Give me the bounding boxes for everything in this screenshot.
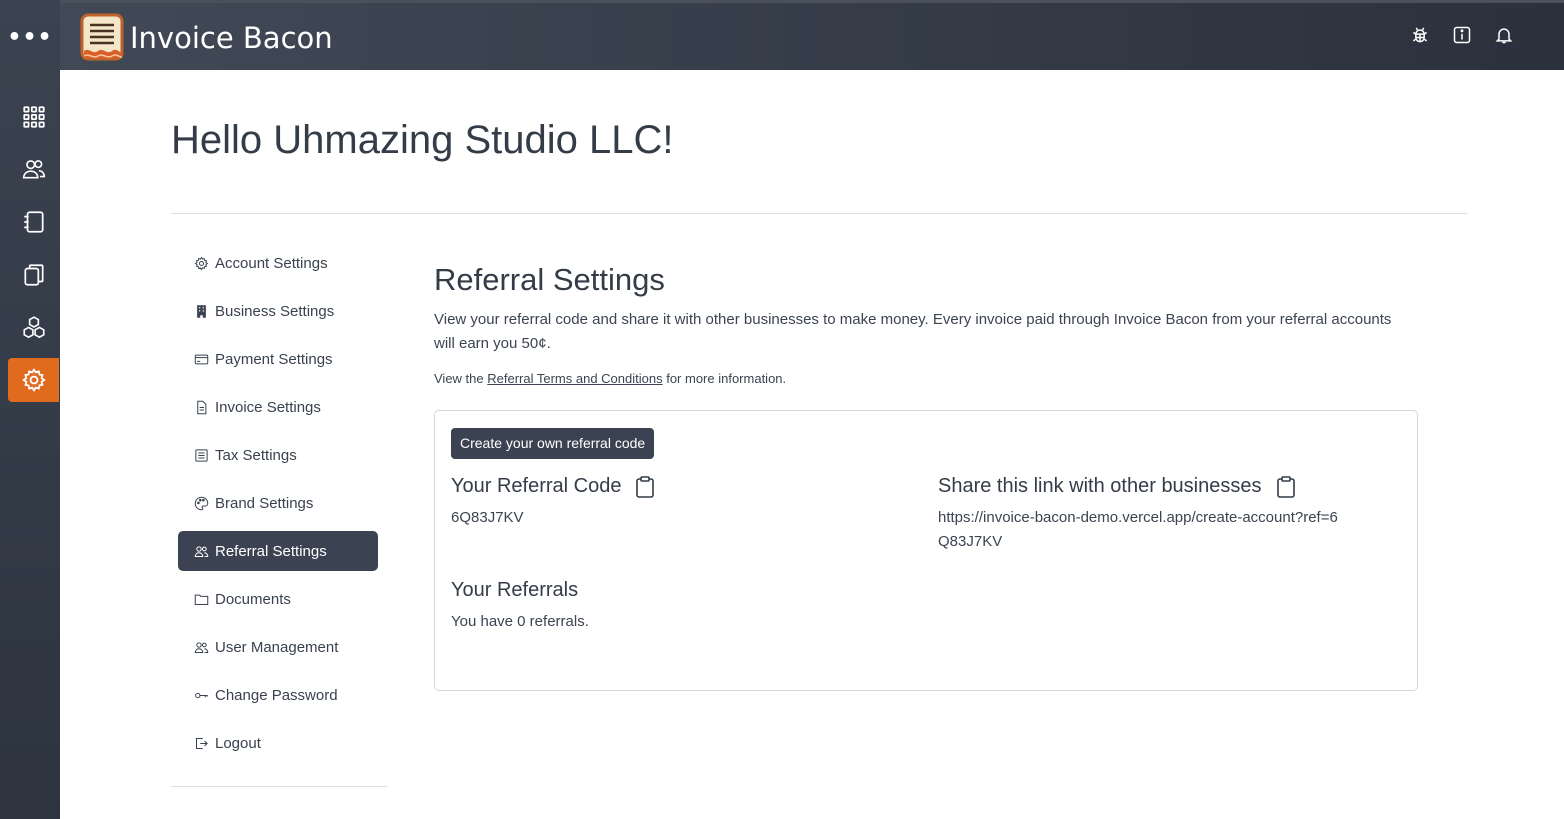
rail-item-settings[interactable]	[8, 358, 59, 402]
rail-item-invoices[interactable]	[8, 200, 59, 244]
info-icon[interactable]	[1452, 25, 1472, 45]
rail-item-dashboard[interactable]	[8, 95, 59, 139]
building-icon	[197, 304, 206, 318]
key-icon	[195, 692, 208, 698]
app-name: Invoice Bacon	[130, 21, 333, 55]
share-link-heading-text: Share this link with other businesses	[938, 475, 1262, 497]
nav-item-label: Change Password	[215, 686, 338, 704]
nav-item-label: Payment Settings	[215, 350, 333, 368]
nav-item-invoice-settings[interactable]: Invoice Settings	[178, 387, 378, 427]
nav-item-change-password[interactable]: Change Password	[178, 675, 378, 715]
more-dots-icon[interactable]: •••	[0, 22, 60, 52]
nav-item-account-settings[interactable]: Account Settings	[178, 243, 378, 283]
section-description: View your referral code and share it wit…	[434, 311, 1392, 352]
gear-icon	[21, 368, 46, 392]
rail-item-products[interactable]	[8, 306, 59, 350]
settings-nav: Account Settings Business Settings Payme…	[178, 243, 378, 771]
left-rail: •••	[0, 0, 60, 819]
nav-item-referral-settings[interactable]: Referral Settings	[178, 531, 378, 571]
share-link-block: Share this link with other businesses ht…	[938, 475, 1358, 554]
section-title: Referral Settings	[434, 262, 665, 297]
folder-icon	[194, 594, 209, 605]
referral-card: Create your own referral code Your Refer…	[434, 410, 1418, 691]
people-icon	[194, 641, 209, 653]
referrals-block: Your Referrals You have 0 referrals.	[451, 579, 589, 634]
nav-item-label: Logout	[215, 734, 261, 752]
referrals-count-text: You have 0 referrals.	[451, 613, 589, 630]
bell-icon[interactable]	[1494, 25, 1514, 45]
document-icon	[197, 400, 207, 414]
users-icon	[22, 160, 45, 179]
referral-code-value: 6Q83J7KV	[451, 509, 524, 526]
nav-item-brand-settings[interactable]: Brand Settings	[178, 483, 378, 523]
nav-item-tax-settings[interactable]: Tax Settings	[178, 435, 378, 475]
rail-item-clients[interactable]	[8, 147, 59, 191]
gear-icon	[194, 256, 209, 270]
rail-item-documents[interactable]	[8, 253, 59, 297]
brand[interactable]: Invoice Bacon	[80, 12, 333, 64]
share-link-value: https://invoice-bacon-demo.vercel.app/cr…	[938, 509, 1338, 550]
copy-icon	[23, 264, 44, 286]
create-referral-code-button[interactable]: Create your own referral code	[451, 428, 655, 459]
divider	[171, 213, 1467, 214]
nav-item-label: Brand Settings	[215, 494, 314, 512]
nav-item-payment-settings[interactable]: Payment Settings	[178, 339, 378, 379]
nav-item-label: Business Settings	[215, 302, 335, 320]
logout-icon	[196, 737, 208, 749]
referrals-heading-text: Your Referrals	[451, 579, 579, 601]
nav-item-label: User Management	[215, 638, 339, 656]
terms-suffix: for more information.	[662, 371, 787, 386]
clipboard-icon[interactable]	[1276, 475, 1296, 498]
referral-code-block: Your Referral Code 6Q83J7KV	[451, 475, 655, 530]
nav-item-label: Documents	[215, 590, 291, 608]
grid-icon	[22, 106, 45, 128]
terms-prefix: View the	[434, 371, 488, 386]
nav-item-user-management[interactable]: User Management	[178, 627, 378, 667]
nav-item-label: Invoice Settings	[215, 398, 321, 416]
nav-item-label: Tax Settings	[215, 446, 297, 464]
page-greeting: Hello Uhmazing Studio LLC!	[171, 118, 674, 162]
app-logo	[80, 13, 124, 61]
terms-link[interactable]: Referral Terms and Conditions	[487, 371, 662, 386]
notebook-icon	[23, 211, 44, 233]
clipboard-icon[interactable]	[635, 475, 655, 498]
nav-item-logout[interactable]: Logout	[178, 723, 378, 763]
terms-line: View the Referral Terms and Conditions f…	[434, 371, 1419, 386]
divider	[171, 786, 387, 787]
people-icon	[194, 545, 209, 557]
referral-code-heading: Your Referral Code	[451, 475, 655, 498]
nav-item-documents[interactable]: Documents	[178, 579, 378, 619]
top-header: Invoice Bacon	[60, 0, 1564, 70]
bug-icon[interactable]	[1410, 25, 1430, 45]
boxes-icon	[22, 316, 45, 339]
referral-code-heading-text: Your Referral Code	[451, 475, 622, 497]
share-link-heading: Share this link with other businesses	[938, 475, 1358, 498]
palette-icon	[194, 496, 209, 510]
nav-item-business-settings[interactable]: Business Settings	[178, 291, 378, 331]
nav-item-label: Account Settings	[215, 254, 328, 272]
referral-section: Referral Settings View your referral cod…	[434, 262, 1419, 386]
ledger-icon	[195, 448, 208, 462]
credit-card-icon	[194, 354, 209, 364]
referrals-heading: Your Referrals	[451, 579, 589, 602]
nav-item-label: Referral Settings	[215, 542, 327, 560]
